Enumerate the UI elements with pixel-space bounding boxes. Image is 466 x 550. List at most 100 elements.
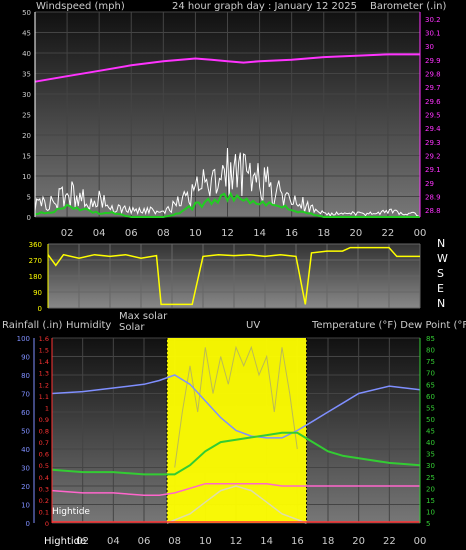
dir-tick-label: 180 [29,273,42,281]
dir-tick-label: 270 [29,257,42,265]
top-right-tick-label: 29.9 [425,57,441,65]
bottom-x-tick-label: 10 [199,536,212,547]
weather-graph-canvas: Windspeed (mph) 24 hour graph day : Janu… [2,1,466,547]
top-left-tick-label: 15 [22,153,31,161]
rainfall-tick-label: 1.5 [39,347,49,355]
wind-barometer-chart: 0 5 10 15 20 25 30 35 40 45 50 28.8 28.9 29 29.1 29.2 2… [22,9,441,239]
humidity-label: Humidity [66,320,111,331]
rainfall-tick-label: 0.6 [39,451,49,459]
rainfall-tick-label: 1.6 [39,335,49,343]
top-right-tick-label: 29.8 [425,71,441,79]
top-x-tick-label: 22 [382,228,395,239]
temperature-tick-label: 85 [426,335,435,343]
rainfall-tick-label: 1.2 [39,381,49,389]
top-left-tick-label: 0 [27,214,31,222]
humidity-tick-label: 0 [26,520,30,528]
top-right-tick-label: 29.3 [425,139,441,147]
rainfall-tick-label: 0.8 [39,428,49,436]
humidity-tick-label: 100 [17,335,30,343]
dir-tick-label: 90 [33,289,42,297]
rainfall-tick-label: 0.2 [39,497,49,505]
humidity-tick-label: 90 [21,354,30,362]
max-solar-label: Max solar [119,311,168,322]
top-left-tick-label: 5 [27,194,31,202]
rainfall-tick-label: 0.4 [39,474,49,482]
temperature-label: Temperature (°F) Dew Point (°F) [311,320,466,331]
rainfall-tick-label: 0.7 [39,439,49,447]
temperature-tick-label: 60 [426,393,435,401]
rainfall-tick-label: 0.3 [39,485,49,493]
top-right-tick-label: 30 [425,43,434,51]
top-x-tick-label: 14 [253,228,266,239]
top-right-tick-label: 30.1 [425,30,441,38]
chart-title: 24 hour graph day : January 12 2025 [172,1,357,12]
humidity-tick-label: 70 [21,391,30,399]
rainfall-tick-label: 0.1 [39,508,49,516]
hightide-label: Hightide [52,507,90,517]
hightide-bottom-label: Hightide [44,536,86,547]
bottom-x-tick-label: 14 [260,536,273,547]
temperature-tick-label: 20 [426,485,435,493]
top-right-tick-label: 28.9 [425,194,441,202]
temperature-tick-label: 70 [426,370,435,378]
top-right-tick-label: 29 [425,180,434,188]
rainfall-tick-label: 1 [45,404,49,412]
bottom-x-tick-label: 22 [383,536,396,547]
top-left-tick-label: 45 [22,30,31,38]
temperature-tick-label: 5 [426,520,430,528]
rainfall-tick-label: 0 [45,520,49,528]
rainfall-tick-label: 1.4 [39,358,49,366]
top-left-tick-label: 50 [22,9,31,17]
top-x-tick-label: 16 [285,228,298,239]
humidity-tick-label: 30 [21,465,30,473]
top-left-tick-label: 10 [22,173,31,181]
temperature-tick-label: 25 [426,474,435,482]
top-x-tick-label: 08 [157,228,170,239]
wind-direction-chart: 090180270360 NWSEN [29,237,448,313]
top-x-tick-label: 20 [349,228,362,239]
dir-tick-label: 360 [29,241,42,249]
temperature-tick-label: 65 [426,381,435,389]
bottom-x-tick-label: 16 [291,536,304,547]
top-right-tick-label: 29.4 [425,125,441,133]
top-right-tick-label: 28.8 [425,207,441,215]
temperature-tick-label: 55 [426,404,435,412]
bottom-x-tick-label: 08 [168,536,181,547]
bottom-x-tick-label: 20 [352,536,365,547]
uv-label: UV [246,320,260,331]
bottom-x-tick-label: 12 [230,536,243,547]
temperature-tick-label: 75 [426,358,435,366]
temperature-tick-label: 45 [426,428,435,436]
humidity-tick-label: 10 [21,502,30,510]
temp-humidity-solar-chart: 010203040506070809010000.10.20.30.40.50.… [17,335,435,547]
rainfall-tick-label: 0.5 [39,462,49,470]
barometer-label: Barometer (.in) [370,1,446,12]
direction-label-n: N [437,297,445,310]
top-right-tick-label: 29.6 [425,98,441,106]
top-x-tick-label: 04 [93,228,106,239]
rainfall-label: Rainfall (.in) [2,320,63,331]
direction-label-e: E [437,282,444,295]
humidity-tick-label: 50 [21,428,30,436]
top-right-tick-label: 29.7 [425,84,441,92]
top-right-tick-label: 29.5 [425,112,441,120]
humidity-tick-label: 40 [21,446,30,454]
bottom-x-tick-label: 00 [414,536,427,547]
rainfall-tick-label: 1.3 [39,370,49,378]
top-x-tick-label: 00 [414,228,427,239]
rainfall-tick-label: 0.9 [39,416,49,424]
temperature-tick-label: 15 [426,497,435,505]
top-left-tick-label: 35 [22,71,31,79]
top-right-tick-label: 30.2 [425,16,441,24]
temperature-tick-label: 35 [426,451,435,459]
top-x-tick-label: 18 [317,228,330,239]
direction-label-n: N [437,237,445,250]
temperature-tick-label: 40 [426,439,435,447]
temperature-tick-label: 50 [426,416,435,424]
temperature-tick-label: 10 [426,508,435,516]
temperature-tick-label: 30 [426,462,435,470]
direction-label-w: W [437,252,448,265]
top-left-tick-label: 40 [22,50,31,58]
humidity-tick-label: 60 [21,409,30,417]
top-x-tick-label: 06 [125,228,138,239]
